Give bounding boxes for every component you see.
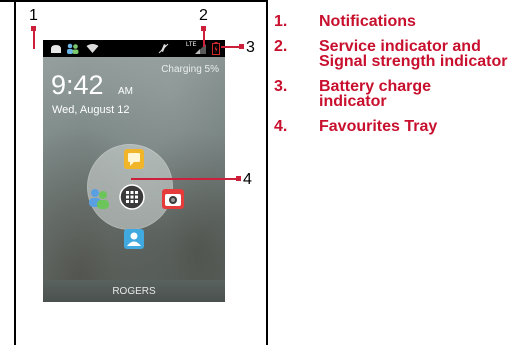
- mute-icon: [158, 43, 169, 54]
- top-border: [0, 0, 266, 2]
- left-border: [14, 0, 16, 345]
- wifi-icon: [86, 44, 99, 53]
- column-divider: [266, 0, 268, 345]
- callout-1-leader: [33, 29, 35, 49]
- carrier-bar: ROGERS: [43, 280, 225, 302]
- legend-number: 1.: [274, 13, 288, 30]
- legend-number: 4.: [274, 118, 288, 135]
- legend-item-notifications: 1. Notifications: [274, 13, 514, 30]
- callout-4-leader: [131, 178, 237, 180]
- clock-date: Wed, August 12: [52, 104, 130, 116]
- camera-icon[interactable]: [161, 188, 185, 210]
- clock-time: 9:42: [51, 70, 104, 100]
- legend-number: 3.: [274, 78, 288, 95]
- signal-strength-icon: [195, 44, 206, 54]
- legend-number: 2.: [274, 38, 288, 55]
- legend-text: Notifications: [319, 13, 416, 30]
- status-bar: LTE: [43, 40, 225, 57]
- battery-icon: [212, 42, 220, 55]
- contacts-app-icon[interactable]: [87, 186, 111, 210]
- legend-item-battery: 3. Battery charge indicator: [274, 78, 474, 110]
- contacts-notification-icon: [67, 43, 79, 54]
- phone-contacts-icon[interactable]: [123, 228, 145, 250]
- legend-text: Battery charge indicator: [319, 78, 432, 110]
- notification-icon: [51, 45, 61, 53]
- callout-number-1: 1: [29, 7, 38, 24]
- carrier-label: ROGERS: [112, 286, 156, 297]
- callout-2-leader: [203, 29, 205, 47]
- apps-icon[interactable]: [119, 184, 145, 210]
- legend-text: Favourites Tray: [319, 118, 438, 135]
- legend-item-service-indicator: 2. Service indicator and Signal strength…: [274, 38, 509, 70]
- callout-3-leader: [221, 46, 241, 48]
- legend-text: Service indicator and Signal strength in…: [319, 38, 508, 70]
- callout-legend: 1. Notifications 2. Service indicator an…: [274, 14, 514, 144]
- charging-status: Charging 5%: [161, 64, 219, 75]
- callout-number-2: 2: [199, 7, 208, 24]
- clock-ampm: AM: [118, 86, 133, 97]
- callout-number-3: 3: [246, 39, 255, 56]
- phone-screen: LTE Charging 5% 9:42 AM Wed, August 12 R…: [43, 40, 225, 302]
- messaging-icon[interactable]: [123, 148, 145, 170]
- callout-number-4: 4: [243, 171, 252, 188]
- legend-item-favourites-tray: 4. Favourites Tray: [274, 118, 514, 135]
